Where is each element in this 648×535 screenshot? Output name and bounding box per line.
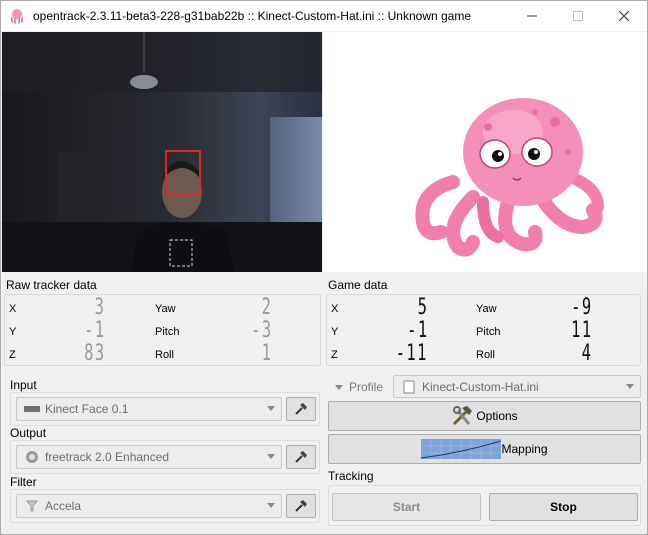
- chevron-down-icon: [626, 384, 634, 389]
- game-data-panel: X Y Z 5 -1 -11 Yaw Pitch Roll -9 11 4: [326, 294, 641, 366]
- input-combo-value: Kinect Face 0.1: [45, 402, 129, 416]
- octopus-app-icon: [10, 9, 24, 24]
- camera-scene: [2, 32, 322, 272]
- minimize-button[interactable]: [509, 1, 555, 31]
- raw-y-label: Y: [9, 326, 17, 338]
- filter-settings-button[interactable]: [286, 494, 316, 518]
- raw-z-label: Z: [9, 349, 16, 361]
- game-y-value: -1: [406, 318, 428, 343]
- raw-x-label: X: [9, 303, 17, 315]
- raw-pitch-value: -3: [250, 318, 272, 343]
- profile-combo[interactable]: Kinect-Custom-Hat.ini: [393, 375, 641, 398]
- main-window: opentrack-2.3.11-beta3-228-g31bab22b :: …: [0, 0, 648, 535]
- freetrack-icon: [23, 450, 41, 464]
- start-label: Start: [392, 500, 421, 514]
- title-bar[interactable]: opentrack-2.3.11-beta3-228-g31bab22b :: …: [1, 1, 647, 31]
- curve-graph-icon: [421, 439, 502, 459]
- raw-y-value: -1: [83, 318, 105, 343]
- profile-label: Profile: [349, 380, 384, 394]
- close-button[interactable]: [601, 1, 647, 31]
- game-x-label: X: [331, 303, 339, 315]
- hammer-icon: [295, 500, 307, 512]
- start-button[interactable]: Start: [332, 493, 481, 521]
- filter-label: Filter: [10, 475, 37, 489]
- maximize-icon: [573, 11, 583, 21]
- game-y-label: Y: [331, 326, 339, 338]
- output-settings-button[interactable]: [286, 445, 316, 469]
- raw-yaw-value: 2: [261, 295, 272, 320]
- game-data-label: Game data: [328, 278, 388, 292]
- game-pitch-label: Pitch: [476, 326, 501, 338]
- kinect-icon: [23, 402, 41, 416]
- document-icon: [400, 380, 418, 394]
- filter-combo[interactable]: Accela: [16, 494, 282, 518]
- raw-roll-value: 1: [261, 341, 272, 366]
- game-yaw-label: Yaw: [476, 303, 497, 315]
- profile-combo-value: Kinect-Custom-Hat.ini: [422, 379, 539, 394]
- tools-icon: [453, 406, 473, 426]
- options-button[interactable]: Options: [328, 401, 641, 431]
- chevron-down-icon: [267, 503, 275, 508]
- filter-combo-value: Accela: [45, 499, 82, 513]
- window-title: opentrack-2.3.11-beta3-228-g31bab22b :: …: [33, 9, 472, 23]
- game-z-value: -11: [395, 341, 428, 366]
- raw-x-value: 3: [94, 295, 105, 320]
- output-label: Output: [10, 426, 47, 440]
- funnel-icon: [23, 499, 41, 513]
- options-label: Options: [476, 409, 518, 423]
- output-combo[interactable]: freetrack 2.0 Enhanced: [16, 445, 282, 469]
- input-label: Input: [10, 378, 37, 392]
- raw-tracker-label: Raw tracker data: [6, 278, 97, 292]
- triangle-down-icon: [335, 384, 343, 390]
- game-roll-label: Roll: [476, 349, 495, 361]
- stop-button[interactable]: Stop: [489, 493, 638, 521]
- mapping-label: Mapping: [501, 442, 548, 456]
- input-settings-button[interactable]: [286, 397, 316, 421]
- tracking-label: Tracking: [328, 469, 374, 483]
- game-z-label: Z: [331, 349, 338, 361]
- mapping-button[interactable]: Mapping: [328, 434, 641, 464]
- close-icon: [619, 11, 629, 21]
- game-roll-value: 4: [581, 341, 592, 366]
- profile-menu-button[interactable]: Profile: [335, 379, 391, 395]
- hammer-icon: [295, 451, 307, 463]
- stop-label: Stop: [550, 500, 577, 514]
- maximize-button[interactable]: [555, 1, 601, 31]
- camera-feed: [2, 32, 322, 272]
- game-yaw-value: -9: [570, 295, 592, 320]
- raw-tracker-panel: X Y Z 3 -1 83 Yaw Pitch Roll 2 -3 1: [4, 294, 321, 366]
- output-combo-value: freetrack 2.0 Enhanced: [45, 450, 170, 464]
- hammer-icon: [295, 403, 307, 415]
- octopus-pose-icon: [415, 98, 604, 257]
- raw-z-value: 83: [83, 341, 105, 366]
- game-pitch-value: 11: [570, 318, 592, 343]
- minimize-icon: [527, 15, 537, 17]
- raw-roll-label: Roll: [155, 349, 174, 361]
- game-x-value: 5: [417, 295, 428, 320]
- chevron-down-icon: [267, 454, 275, 459]
- input-combo[interactable]: Kinect Face 0.1: [16, 397, 282, 421]
- raw-pitch-label: Pitch: [155, 326, 180, 338]
- raw-yaw-label: Yaw: [155, 303, 176, 315]
- pose-view: [323, 32, 647, 272]
- chevron-down-icon: [267, 406, 275, 411]
